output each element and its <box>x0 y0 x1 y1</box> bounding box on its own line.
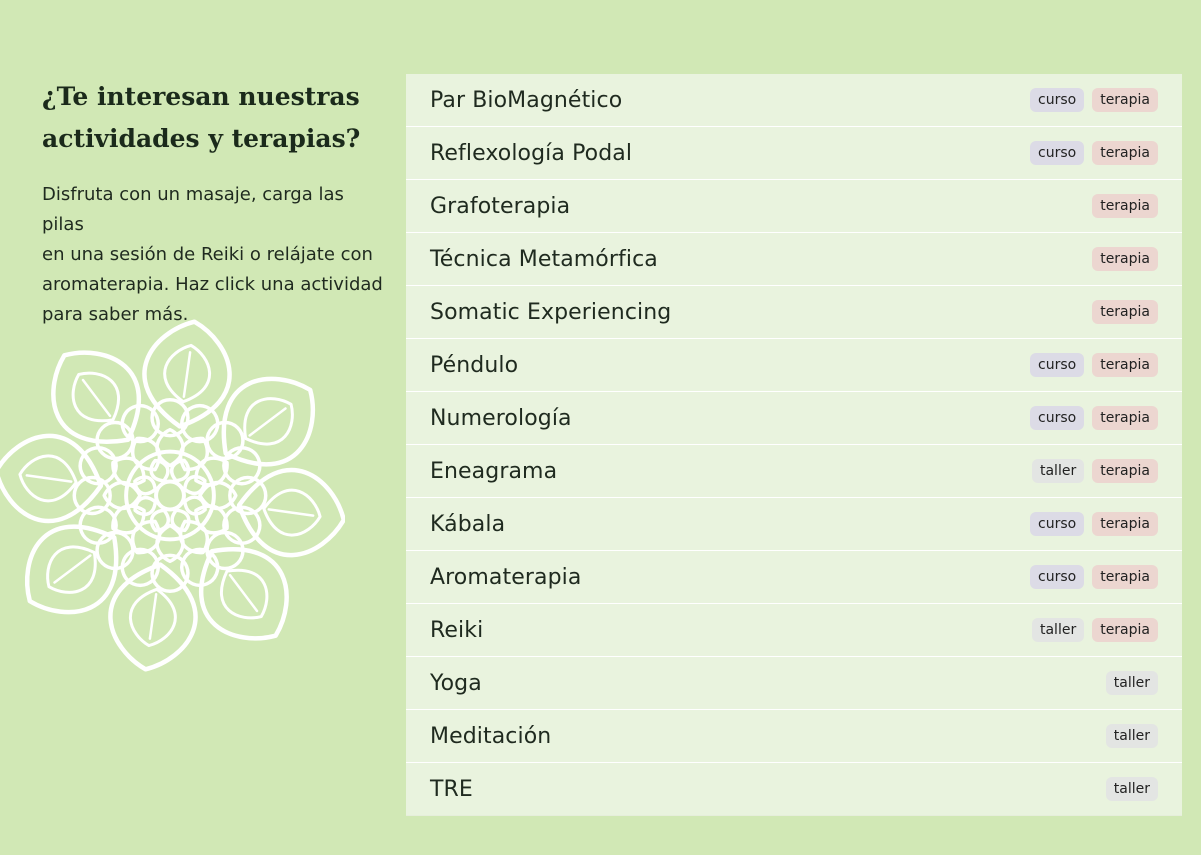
activity-tags: curso terapia <box>1030 88 1158 112</box>
activity-tags: taller <box>1105 777 1158 801</box>
activity-row[interactable]: Par BioMagnético curso terapia <box>406 74 1182 127</box>
activity-row[interactable]: Meditación taller <box>406 710 1182 763</box>
tag-terapia: terapia <box>1092 194 1158 218</box>
tag-taller: taller <box>1031 618 1085 642</box>
activity-row[interactable]: Péndulo curso terapia <box>406 339 1182 392</box>
activity-row[interactable]: Aromaterapia curso terapia <box>406 551 1182 604</box>
tag-terapia: terapia <box>1092 141 1158 165</box>
activity-tags: terapia <box>1092 300 1158 324</box>
activity-tags: curso terapia <box>1030 353 1158 377</box>
intro-description: Disfruta con un masaje, carga las pilas … <box>42 180 387 330</box>
activity-name: Grafoterapia <box>430 193 571 219</box>
activity-tags: curso terapia <box>1030 512 1158 536</box>
activity-row[interactable]: Reflexología Podal curso terapia <box>406 127 1182 180</box>
activity-name: Reiki <box>430 617 484 643</box>
tag-terapia: terapia <box>1092 512 1158 536</box>
tag-curso: curso <box>1030 406 1085 430</box>
activity-name: Yoga <box>430 670 482 696</box>
activity-tags: taller <box>1105 671 1158 695</box>
activity-tags: curso terapia <box>1030 406 1158 430</box>
tag-taller: taller <box>1105 671 1158 695</box>
intro-title-line-1: ¿Te interesan nuestras <box>42 82 360 111</box>
activity-row[interactable]: Somatic Experiencing terapia <box>406 286 1182 339</box>
intro-desc-line-1: Disfruta con un masaje, carga las pilas <box>42 184 344 235</box>
activity-name: Reflexología Podal <box>430 140 633 166</box>
activity-row[interactable]: Técnica Metamórfica terapia <box>406 233 1182 286</box>
tag-curso: curso <box>1030 565 1085 589</box>
tag-curso: curso <box>1030 141 1085 165</box>
intro-desc-line-3: aromaterapia. Haz click una actividad <box>42 274 383 295</box>
activity-tags: taller terapia <box>1031 618 1158 642</box>
activity-row[interactable]: Numerología curso terapia <box>406 392 1182 445</box>
activity-row[interactable]: Kábala curso terapia <box>406 498 1182 551</box>
activity-tags: taller terapia <box>1031 459 1158 483</box>
tag-taller: taller <box>1105 724 1158 748</box>
tag-terapia: terapia <box>1092 300 1158 324</box>
tag-taller: taller <box>1031 459 1085 483</box>
tag-curso: curso <box>1030 88 1085 112</box>
activity-row[interactable]: TRE taller <box>406 763 1182 815</box>
activity-list: Par BioMagnético curso terapia Reflexología… <box>406 74 1182 816</box>
intro-section: ¿Te interesan nuestras actividades y ter… <box>42 76 387 330</box>
activity-tags: curso terapia <box>1030 141 1158 165</box>
tag-terapia: terapia <box>1092 618 1158 642</box>
intro-title-line-2: actividades y terapias? <box>42 124 361 153</box>
mandala-icon <box>0 319 345 672</box>
activity-tags: terapia <box>1092 247 1158 271</box>
activity-name: Kábala <box>430 511 506 537</box>
activity-tags: terapia <box>1092 194 1158 218</box>
tag-terapia: terapia <box>1092 353 1158 377</box>
tag-terapia: terapia <box>1092 247 1158 271</box>
activity-name: Técnica Metamórfica <box>430 246 658 272</box>
activity-name: TRE <box>430 776 473 802</box>
tag-terapia: terapia <box>1092 565 1158 589</box>
tag-taller: taller <box>1105 777 1158 801</box>
activity-name: Numerología <box>430 405 572 431</box>
activity-row[interactable]: Eneagrama taller terapia <box>406 445 1182 498</box>
activity-row[interactable]: Reiki taller terapia <box>406 604 1182 657</box>
activity-name: Par BioMagnético <box>430 87 623 113</box>
activity-name: Aromaterapia <box>430 564 582 590</box>
activity-row[interactable]: Yoga taller <box>406 657 1182 710</box>
tag-terapia: terapia <box>1092 459 1158 483</box>
tag-curso: curso <box>1030 353 1085 377</box>
activity-row[interactable]: Grafoterapia terapia <box>406 180 1182 233</box>
intro-desc-line-2: en una sesión de Reiki o relájate con <box>42 244 373 265</box>
intro-title: ¿Te interesan nuestras actividades y ter… <box>42 76 387 160</box>
activity-name: Eneagrama <box>430 458 558 484</box>
tag-terapia: terapia <box>1092 406 1158 430</box>
tag-terapia: terapia <box>1092 88 1158 112</box>
tag-curso: curso <box>1030 512 1085 536</box>
activity-tags: curso terapia <box>1030 565 1158 589</box>
activity-tags: taller <box>1105 724 1158 748</box>
activity-name: Somatic Experiencing <box>430 299 672 325</box>
activity-name: Meditación <box>430 723 552 749</box>
activity-name: Péndulo <box>430 352 519 378</box>
